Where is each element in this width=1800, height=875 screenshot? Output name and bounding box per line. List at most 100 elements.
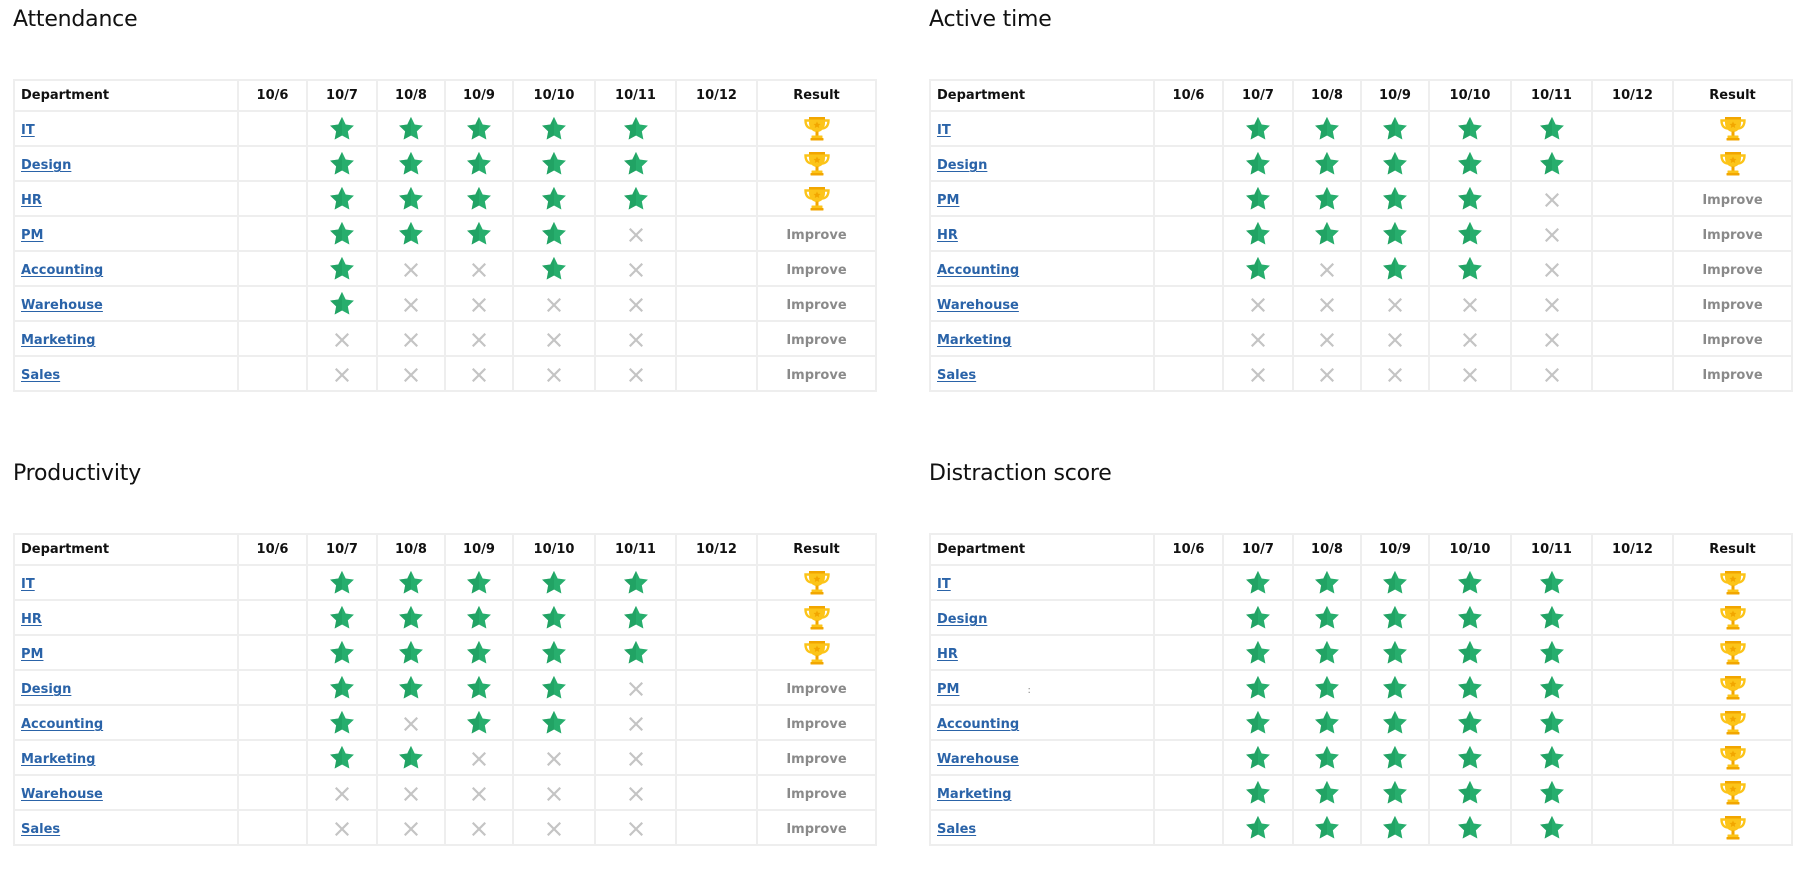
star-icon	[623, 605, 649, 630]
department-link[interactable]: Warehouse	[937, 752, 1019, 767]
result-cell: Improve	[756, 320, 877, 357]
result-cell: Improve	[1672, 215, 1793, 252]
star-icon	[541, 570, 567, 595]
date-cell	[1510, 599, 1593, 636]
star-icon	[541, 151, 567, 176]
date-cell	[1222, 250, 1294, 287]
date-cell	[1360, 110, 1430, 147]
improve-label: Improve	[786, 787, 847, 802]
star-icon	[1457, 151, 1483, 176]
department-link[interactable]: Marketing	[21, 752, 95, 767]
improve-label: Improve	[786, 298, 847, 313]
star-icon	[1539, 570, 1565, 595]
department-link[interactable]: PM	[937, 682, 959, 697]
star-icon	[398, 116, 424, 141]
department-link[interactable]: PM	[21, 228, 43, 243]
department-link[interactable]: Marketing	[937, 333, 1011, 348]
department-cell: Warehouse	[13, 285, 239, 322]
department-link[interactable]: Design	[937, 612, 987, 627]
department-link[interactable]: Warehouse	[21, 787, 103, 802]
star-icon	[1245, 116, 1271, 141]
star-icon	[1539, 605, 1565, 630]
date-cell	[1222, 774, 1294, 811]
panel-productivity: Productivity Department 10/6 10/7 10/8 10/9 1…	[13, 454, 877, 846]
star-icon	[329, 745, 355, 770]
table-row: HR	[13, 180, 877, 217]
department-link[interactable]: IT	[937, 577, 951, 592]
department-link[interactable]: IT	[21, 577, 35, 592]
cross-icon	[628, 751, 643, 766]
department-link[interactable]: PM	[21, 647, 43, 662]
star-icon	[541, 256, 567, 281]
department-link[interactable]: Design	[937, 158, 987, 173]
result-cell: Improve	[756, 774, 877, 811]
star-icon	[1457, 186, 1483, 211]
department-link[interactable]: Marketing	[21, 333, 95, 348]
star-icon	[329, 710, 355, 735]
result-cell: Improve	[756, 739, 877, 776]
date-cell	[1591, 669, 1674, 706]
department-cell: PM	[929, 180, 1155, 217]
department-link[interactable]: Warehouse	[937, 298, 1019, 313]
department-link[interactable]: Design	[21, 682, 71, 697]
date-cell	[1153, 180, 1224, 217]
date-cell	[306, 250, 378, 287]
star-icon	[1245, 780, 1271, 805]
star-icon	[1539, 780, 1565, 805]
star-icon	[1382, 116, 1408, 141]
table-row: HR	[13, 599, 877, 636]
star-icon	[466, 570, 492, 595]
star-icon	[1382, 605, 1408, 630]
department-link[interactable]: Warehouse	[21, 298, 103, 313]
department-link[interactable]: Sales	[21, 368, 60, 383]
table-row: HR	[929, 634, 1793, 671]
panel-active-time: Active time Department 10/6 10/7 10/8 10/9 10…	[929, 0, 1793, 392]
department-link[interactable]: Sales	[937, 368, 976, 383]
table-row: Accounting Improve	[929, 250, 1793, 287]
department-link[interactable]: Marketing	[937, 787, 1011, 802]
result-cell: Improve	[1672, 285, 1793, 322]
date-cell	[1153, 110, 1224, 147]
table-row: Sales Improve	[13, 809, 877, 846]
result-cell	[756, 145, 877, 182]
department-link[interactable]: HR	[21, 193, 42, 208]
department-link[interactable]: Accounting	[937, 263, 1019, 278]
cross-icon	[471, 297, 487, 312]
date-cell	[594, 285, 677, 322]
date-cell	[1428, 599, 1512, 636]
department-link[interactable]: Accounting	[937, 717, 1019, 732]
date-cell	[444, 774, 514, 811]
date-cell	[1292, 180, 1362, 217]
department-link[interactable]: HR	[21, 612, 42, 627]
table-row: Accounting Improve	[13, 704, 877, 741]
result-cell	[756, 634, 877, 671]
department-link[interactable]: HR	[937, 228, 958, 243]
column-header-date: 10/7	[1222, 79, 1294, 112]
cross-icon	[403, 332, 419, 347]
date-cell	[1222, 669, 1294, 706]
department-cell: HR	[13, 180, 239, 217]
date-cell	[512, 110, 596, 147]
star-icon	[466, 186, 492, 211]
department-link[interactable]: Sales	[21, 822, 60, 837]
department-link[interactable]: Sales	[937, 822, 976, 837]
cross-icon	[628, 262, 643, 277]
date-cell	[1428, 774, 1512, 811]
date-cell	[306, 599, 378, 636]
cross-icon	[546, 367, 562, 382]
department-link[interactable]: IT	[21, 123, 35, 138]
star-icon	[541, 710, 567, 735]
cross-icon	[334, 367, 350, 382]
department-link[interactable]: HR	[937, 647, 958, 662]
department-link[interactable]: Accounting	[21, 717, 103, 732]
department-link[interactable]: Design	[21, 158, 71, 173]
department-link[interactable]: IT	[937, 123, 951, 138]
department-link[interactable]: Accounting	[21, 263, 103, 278]
cross-icon	[546, 332, 562, 347]
cross-icon	[628, 821, 643, 836]
date-cell	[512, 180, 596, 217]
date-cell	[1428, 704, 1512, 741]
department-cell: Accounting	[929, 250, 1155, 287]
department-link[interactable]: PM	[937, 193, 959, 208]
panel-attendance: Attendance Department 10/6 10/7 10/8 10/9 10/…	[13, 0, 877, 392]
